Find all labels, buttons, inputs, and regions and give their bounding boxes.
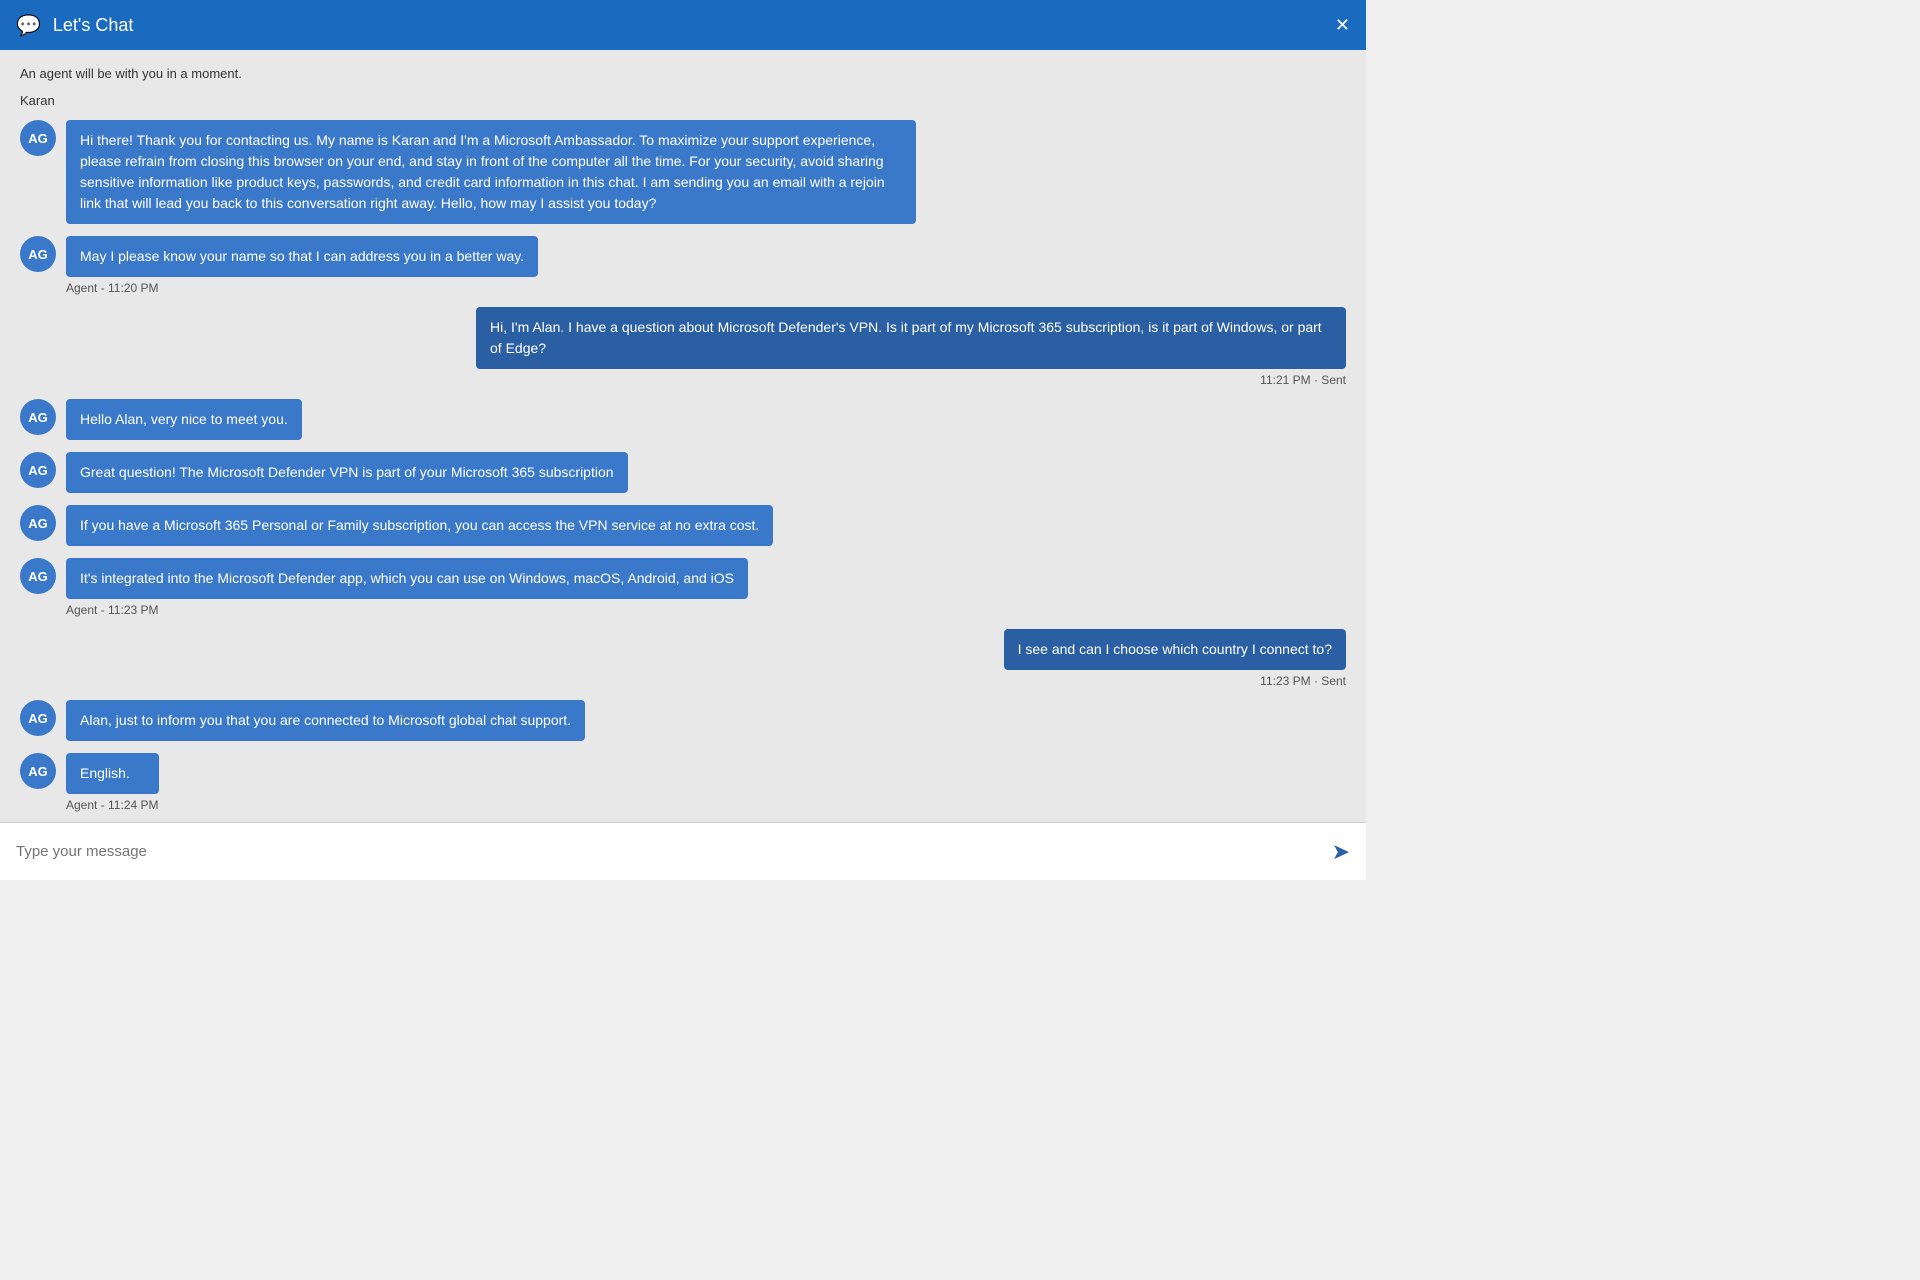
agent-bubble: Great question! The Microsoft Defender V… bbox=[66, 452, 628, 493]
agent-message-row: AG May I please know your name so that I… bbox=[20, 236, 1346, 295]
agent-message-row: AG Hi there! Thank you for contacting us… bbox=[20, 120, 1346, 224]
user-message-row: Hi, I'm Alan. I have a question about Mi… bbox=[20, 307, 1346, 387]
avatar: AG bbox=[20, 505, 56, 541]
window-title: Let's Chat bbox=[53, 15, 1335, 36]
avatar: AG bbox=[20, 399, 56, 435]
agent-bubble: English. bbox=[66, 753, 159, 794]
agent-message-row: AG English. Agent - 11:24 PM bbox=[20, 753, 1346, 812]
user-bubble: Hi, I'm Alan. I have a question about Mi… bbox=[476, 307, 1346, 369]
chat-area: An agent will be with you in a moment. K… bbox=[0, 50, 1366, 822]
agent-message-row: AG It's integrated into the Microsoft De… bbox=[20, 558, 1346, 617]
agent-name-label: Karan bbox=[20, 93, 1346, 108]
agent-message-row: AG If you have a Microsoft 365 Personal … bbox=[20, 505, 1346, 546]
close-button[interactable]: ✕ bbox=[1335, 16, 1350, 34]
timestamp: Agent - 11:20 PM bbox=[66, 281, 538, 295]
agent-message-row: AG Hello Alan, very nice to meet you. bbox=[20, 399, 1346, 440]
system-message: An agent will be with you in a moment. bbox=[20, 66, 1346, 81]
agent-message-row: AG Alan, just to inform you that you are… bbox=[20, 700, 1346, 741]
avatar: AG bbox=[20, 753, 56, 789]
agent-bubble: May I please know your name so that I ca… bbox=[66, 236, 538, 277]
timestamp: Agent - 11:23 PM bbox=[66, 603, 748, 617]
agent-bubble: Hi there! Thank you for contacting us. M… bbox=[66, 120, 916, 224]
input-area: ➤ bbox=[0, 822, 1366, 880]
timestamp: 11:21 PM · Sent bbox=[1260, 373, 1346, 387]
send-button[interactable]: ➤ bbox=[1332, 839, 1350, 865]
avatar: AG bbox=[20, 236, 56, 272]
avatar: AG bbox=[20, 558, 56, 594]
send-icon: ➤ bbox=[1332, 839, 1350, 865]
agent-bubble: It's integrated into the Microsoft Defen… bbox=[66, 558, 748, 599]
avatar: AG bbox=[20, 452, 56, 488]
message-input[interactable] bbox=[16, 843, 1332, 860]
user-message-row: I see and can I choose which country I c… bbox=[20, 629, 1346, 688]
agent-bubble: If you have a Microsoft 365 Personal or … bbox=[66, 505, 773, 546]
agent-bubble: Alan, just to inform you that you are co… bbox=[66, 700, 585, 741]
title-bar: 💬 Let's Chat ✕ bbox=[0, 0, 1366, 50]
user-bubble: I see and can I choose which country I c… bbox=[1004, 629, 1346, 670]
avatar: AG bbox=[20, 120, 56, 156]
avatar: AG bbox=[20, 700, 56, 736]
agent-bubble: Hello Alan, very nice to meet you. bbox=[66, 399, 302, 440]
timestamp: 11:23 PM · Sent bbox=[1260, 674, 1346, 688]
agent-message-row: AG Great question! The Microsoft Defende… bbox=[20, 452, 1346, 493]
timestamp: Agent - 11:24 PM bbox=[66, 798, 159, 812]
chat-icon: 💬 bbox=[16, 13, 41, 38]
